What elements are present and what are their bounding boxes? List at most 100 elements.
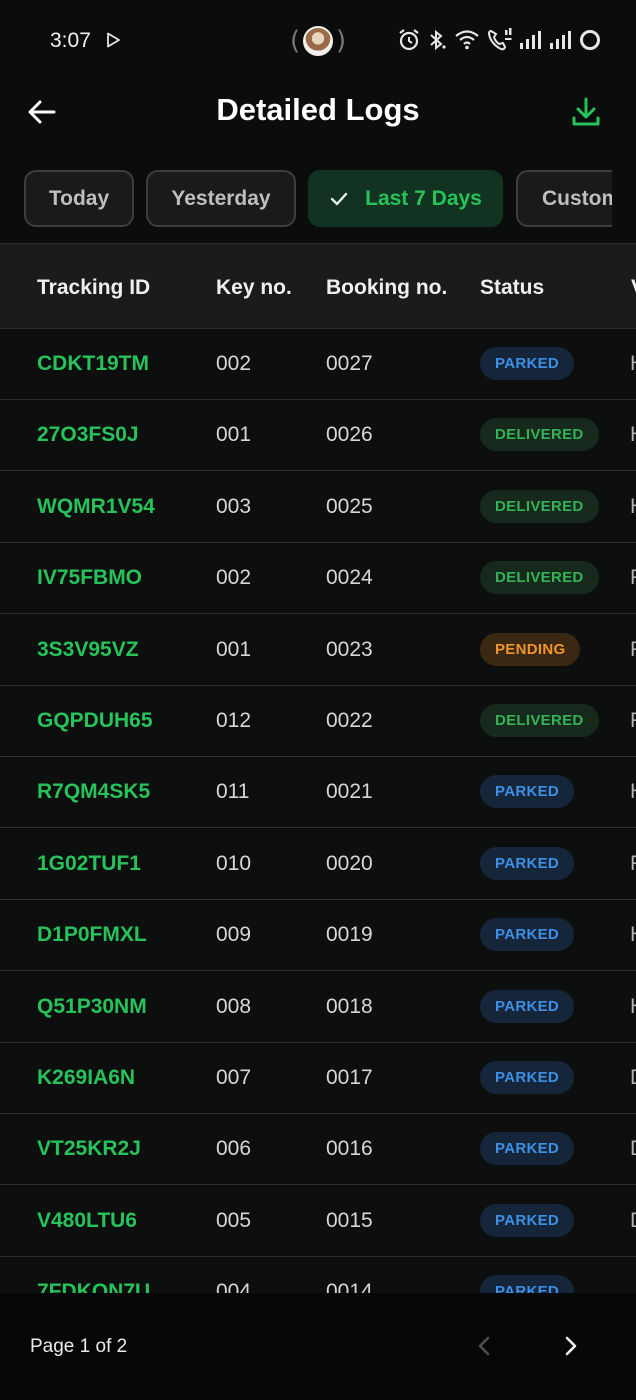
key-no: 008 (216, 994, 252, 1018)
table-row[interactable]: R7QM4SK5 011 0021 PARKED H (0, 757, 636, 829)
key-no: 001 (216, 637, 252, 661)
avatar: ( ) (290, 26, 347, 56)
chip-custom[interactable]: Custom (516, 170, 612, 227)
status-badge: PARKED (480, 347, 575, 380)
tracking-id: Q51P30NM (37, 994, 147, 1018)
table-row[interactable]: CDKT19TM 002 0027 PARKED H (0, 329, 636, 400)
tracking-id: WQMR1V54 (37, 494, 155, 518)
key-no: 011 (216, 780, 250, 804)
pagination-bar: Page 1 of 2 (0, 1293, 636, 1400)
column-header-booking-no[interactable]: Booking no. (326, 276, 447, 300)
key-no: 006 (216, 1137, 252, 1161)
tracking-id: R7QM4SK5 (37, 780, 151, 804)
booking-no: 0020 (326, 851, 373, 875)
tracking-id: VT25KR2J (37, 1137, 141, 1161)
booking-no: 0025 (326, 494, 373, 518)
tracking-id: V480LTU6 (37, 1208, 137, 1232)
table-row[interactable]: GQPDUH65 012 0022 DELIVERED F (0, 686, 636, 757)
chip-yesterday[interactable]: Yesterday (146, 170, 296, 227)
booking-no: 0017 (326, 1066, 373, 1089)
status-badge: DELIVERED (480, 418, 599, 452)
booking-no: 0019 (326, 923, 373, 947)
booking-no: 0026 (326, 423, 373, 447)
tracking-id: CDKT19TM (37, 352, 150, 375)
table-row[interactable]: K269IA6N 007 0017 PARKED D (0, 1043, 636, 1114)
next-column-cell: F (630, 852, 636, 876)
table-row[interactable]: IV75FBMO 002 0024 DELIVERED F (0, 543, 636, 615)
key-no: 004 (216, 1280, 252, 1293)
chip-label: Yesterday (171, 186, 271, 210)
status-badge: PARKED (480, 1061, 575, 1094)
table-row[interactable]: 7FDKQN7U 004 0014 PARKED (0, 1257, 636, 1293)
bluetooth-icon (430, 29, 446, 51)
alarm-icon (399, 29, 419, 51)
key-no: 012 (216, 709, 252, 732)
key-no: 010 (216, 851, 252, 875)
key-no: 003 (216, 494, 252, 518)
chevron-right-icon[interactable] (556, 1331, 586, 1361)
table-row[interactable]: 1G02TUF1 010 0020 PARKED F (0, 828, 636, 900)
booking-no: 0018 (326, 994, 373, 1018)
battery-ring-icon (580, 30, 600, 50)
next-column-cell: F (630, 566, 636, 590)
status-badge: DELIVERED (480, 489, 599, 523)
next-column-cell: H (630, 495, 636, 519)
table-row[interactable]: D1P0FMXL 009 0019 PARKED H (0, 900, 636, 972)
table-row[interactable]: 27O3FS0J 001 0026 DELIVERED H (0, 400, 636, 472)
check-icon (330, 192, 348, 205)
status-badge: PARKED (480, 846, 575, 880)
status-badge: PARKED (480, 989, 575, 1023)
logs-table: Tracking ID Key no. Booking no. Status V… (0, 243, 636, 1293)
chip-label: Custom (542, 186, 612, 210)
status-badge: PENDING (480, 632, 581, 666)
column-header-tracking-id[interactable]: Tracking ID (37, 276, 150, 300)
chip-last-7-days[interactable]: Last 7 Days (308, 170, 503, 227)
tracking-id: IV75FBMO (37, 566, 143, 590)
status-badge: DELIVERED (480, 704, 599, 737)
next-column-cell: F (630, 638, 636, 662)
status-bar: 3:07 ( ) (0, 0, 636, 82)
next-column-cell: H (630, 923, 636, 947)
table-row[interactable]: V480LTU6 005 0015 PARKED D (0, 1185, 636, 1257)
key-no: 002 (216, 566, 252, 590)
status-badge: DELIVERED (480, 561, 599, 595)
chip-label: Today (48, 186, 110, 210)
wifi-calling-icon (487, 28, 512, 51)
table-row[interactable]: WQMR1V54 003 0025 DELIVERED H (0, 471, 636, 543)
table-header: Tracking ID Key no. Booking no. Status V (0, 243, 636, 329)
status-badge: PARKED (480, 1275, 575, 1293)
download-icon[interactable] (568, 94, 604, 130)
page-title: Detailed Logs (216, 92, 420, 127)
booking-no: 0024 (326, 566, 373, 590)
tracking-id: 27O3FS0J (37, 423, 139, 447)
tracking-id: 7FDKQN7U (37, 1280, 151, 1293)
next-column-cell: H (630, 352, 636, 376)
status-time: 3:07 (50, 29, 91, 52)
chip-today[interactable]: Today (24, 170, 134, 227)
status-badge: PARKED (480, 1132, 575, 1166)
status-badge: PARKED (480, 775, 575, 809)
tracking-id: D1P0FMXL (37, 923, 147, 947)
app-header: Detailed Logs (0, 82, 636, 162)
tracking-id: 3S3V95VZ (37, 637, 139, 661)
booking-no: 0027 (326, 352, 373, 375)
key-no: 007 (216, 1066, 252, 1089)
column-header-status[interactable]: Status (480, 276, 544, 300)
date-filter-chips: Today Yesterday Last 7 Days Custom (0, 170, 612, 228)
next-column-cell: D (630, 1137, 636, 1161)
chevron-left-icon[interactable] (470, 1331, 500, 1361)
table-row[interactable]: Q51P30NM 008 0018 PARKED H (0, 971, 636, 1043)
booking-no: 0022 (326, 709, 373, 732)
booking-no: 0021 (326, 780, 373, 804)
tracking-id: GQPDUH65 (37, 709, 153, 732)
column-header-key-no[interactable]: Key no. (216, 276, 292, 300)
chip-label: Last 7 Days (365, 186, 482, 210)
next-column-cell: F (630, 709, 636, 733)
booking-no: 0023 (326, 637, 373, 661)
key-no: 002 (216, 352, 252, 375)
page-indicator: Page 1 of 2 (30, 1336, 128, 1357)
column-header-next[interactable]: V (631, 276, 636, 300)
next-column-cell: H (630, 423, 636, 447)
table-row[interactable]: 3S3V95VZ 001 0023 PENDING F (0, 614, 636, 686)
table-row[interactable]: VT25KR2J 006 0016 PARKED D (0, 1114, 636, 1186)
